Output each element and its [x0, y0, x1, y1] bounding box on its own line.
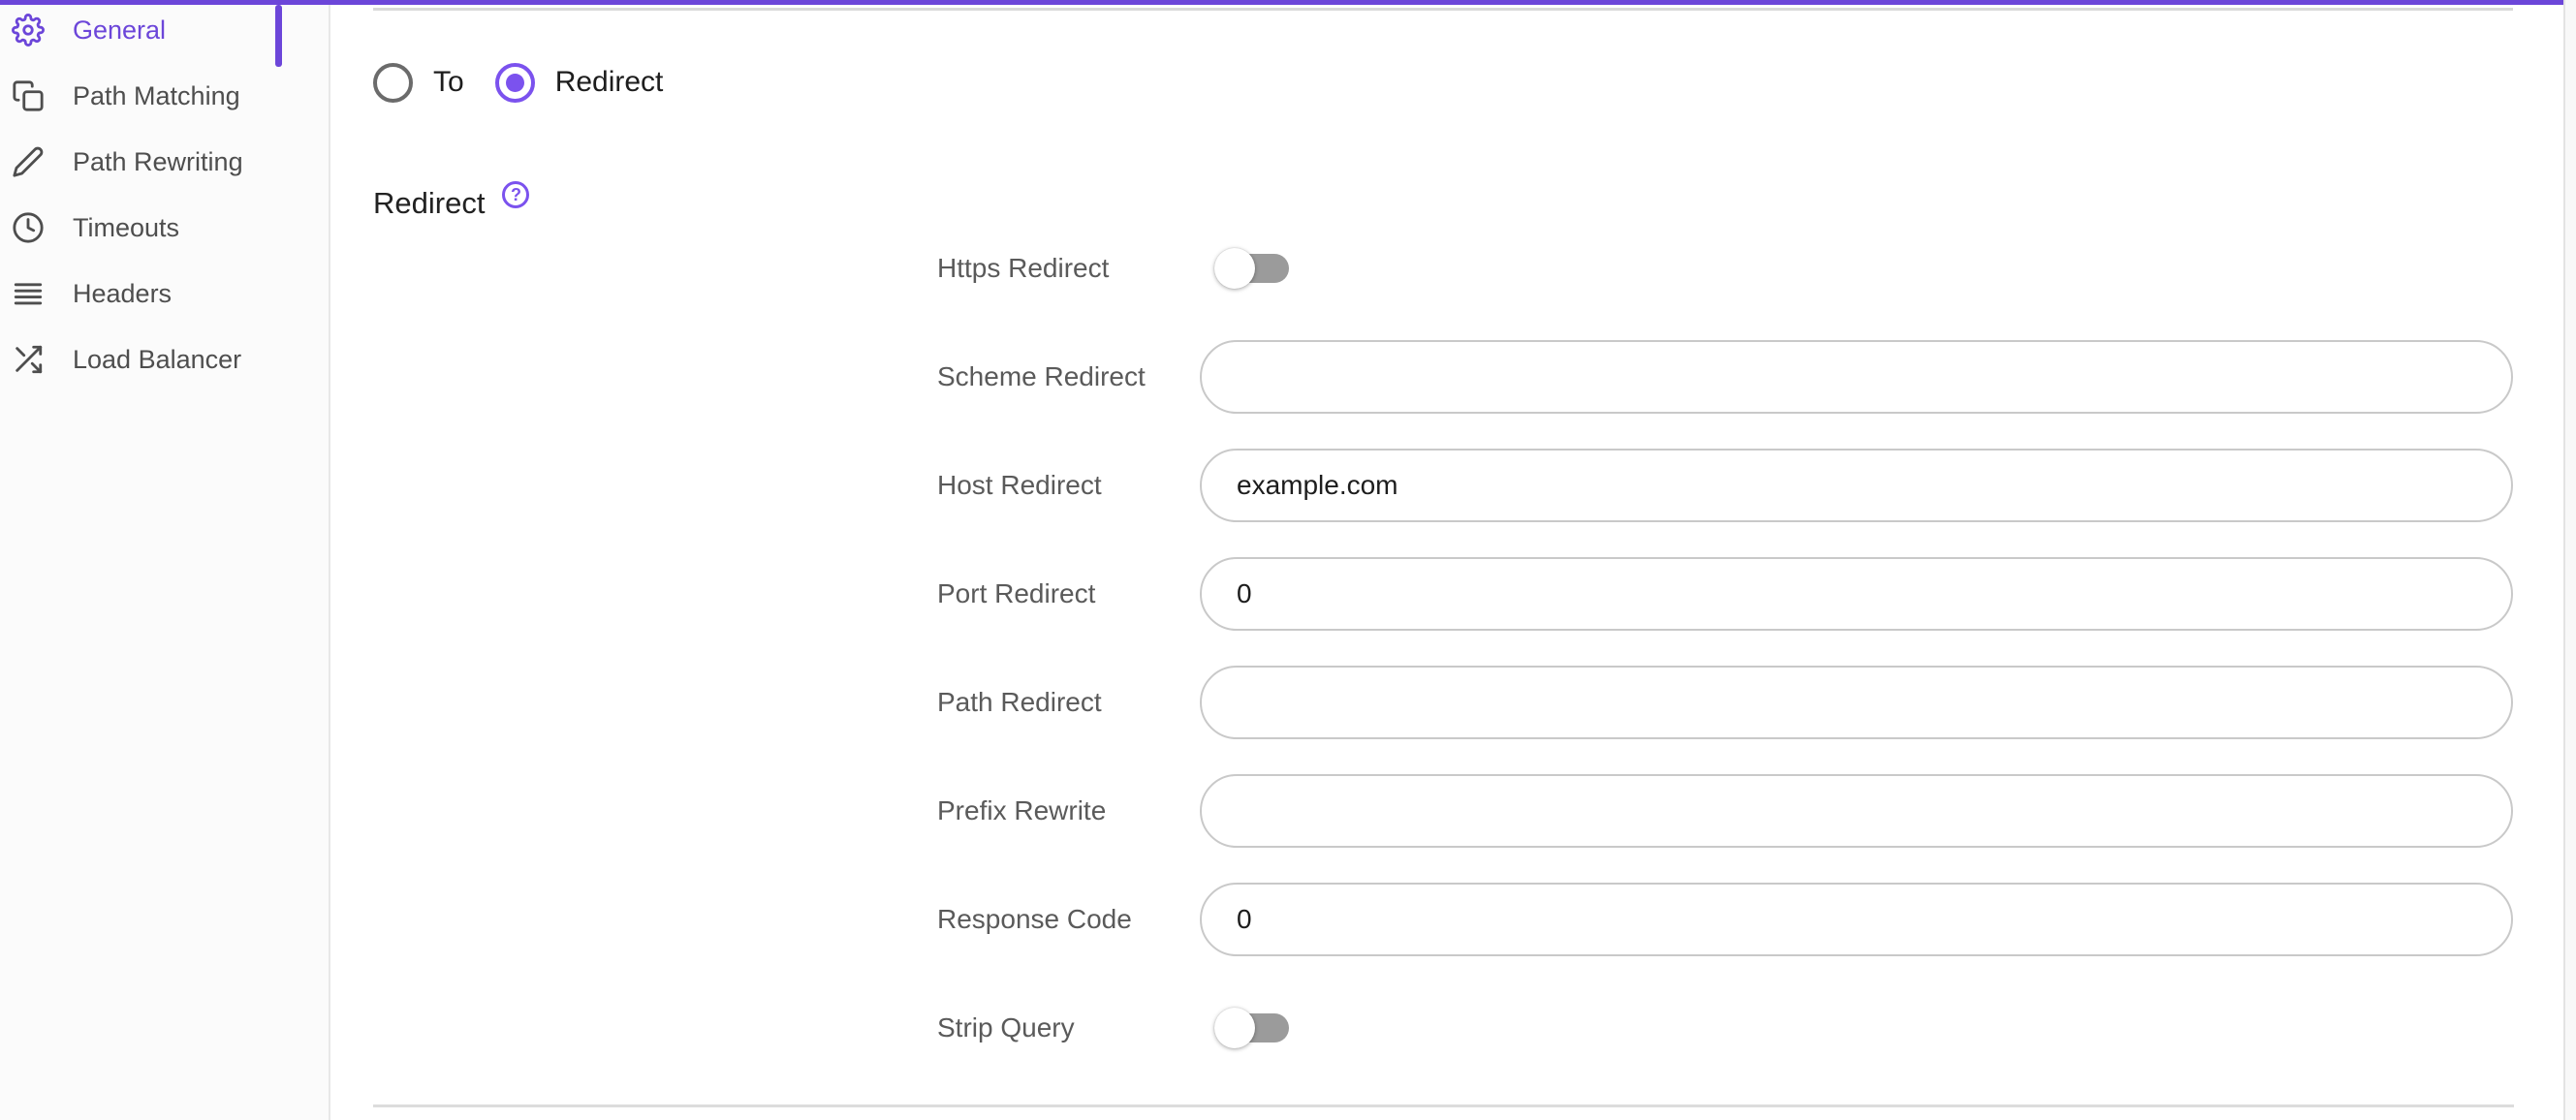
field-label: Prefix Rewrite [937, 795, 1106, 826]
sidebar-item-load-balancer[interactable]: Load Balancer [0, 327, 329, 392]
form-row-prefix-rewrite: Prefix Rewrite [0, 774, 2576, 848]
radio-redirect[interactable] [495, 63, 535, 103]
form-row-strip-query: Strip Query [0, 991, 2576, 1065]
top-divider [373, 8, 2513, 11]
copy-icon [12, 79, 45, 112]
sidebar-item-label: Load Balancer [73, 345, 241, 375]
form-row-https-redirect: Https Redirect [0, 232, 2576, 305]
radio-dot [506, 74, 524, 92]
field-label: Path Redirect [937, 687, 1102, 718]
field-label: Port Redirect [937, 578, 1095, 609]
top-accent-bar [0, 0, 2563, 5]
form-row-response-code: Response Code [0, 883, 2576, 956]
response-code-input[interactable] [1200, 883, 2513, 956]
gear-icon [12, 14, 45, 47]
pencil-icon [12, 145, 45, 178]
lines-icon [12, 277, 45, 310]
sidebar-item-headers[interactable]: Headers [0, 261, 329, 327]
host-redirect-input[interactable] [1200, 449, 2513, 522]
port-redirect-input[interactable] [1200, 557, 2513, 631]
scrollbar-track[interactable] [2563, 0, 2576, 1120]
sidebar-item-label: Headers [73, 279, 172, 309]
help-icon[interactable]: ? [502, 181, 529, 208]
form-row-path-redirect: Path Redirect [0, 666, 2576, 739]
clock-icon [12, 211, 45, 244]
form-row-host-redirect: Host Redirect [0, 449, 2576, 522]
https-redirect-toggle[interactable] [1214, 248, 1289, 289]
toggle-knob [1214, 248, 1255, 289]
bottom-divider [373, 1104, 2514, 1107]
sidebar-item-timeouts[interactable]: Timeouts [0, 195, 329, 261]
radio-to-label[interactable]: To [433, 66, 464, 99]
form-row-port-redirect: Port Redirect [0, 557, 2576, 631]
strip-query-toggle[interactable] [1214, 1008, 1289, 1048]
sidebar-item-path-matching[interactable]: Path Matching [0, 63, 329, 129]
form-row-scheme-redirect: Scheme Redirect [0, 340, 2576, 414]
radio-redirect-label[interactable]: Redirect [555, 66, 664, 99]
field-label: Response Code [937, 904, 1132, 935]
toggle-knob [1214, 1008, 1255, 1048]
field-label: Host Redirect [937, 470, 1102, 501]
section-title: Redirect [373, 186, 485, 221]
prefix-rewrite-input[interactable] [1200, 774, 2513, 848]
path-redirect-input[interactable] [1200, 666, 2513, 739]
app-root: General Path Matching Path Rewriting Tim… [0, 0, 2576, 1120]
sidebar-item-label: Timeouts [73, 213, 179, 243]
sidebar-item-label: General [73, 16, 166, 46]
field-label: Https Redirect [937, 253, 1109, 284]
shuffle-icon [12, 343, 45, 376]
radio-to[interactable] [373, 63, 413, 103]
field-label: Scheme Redirect [937, 361, 1146, 392]
sidebar-item-label: Path Rewriting [73, 147, 243, 177]
active-tab-indicator [275, 5, 282, 67]
scheme-redirect-input[interactable] [1200, 340, 2513, 414]
redirect-type-radio-group: To Redirect [373, 62, 663, 103]
sidebar-item-path-rewriting[interactable]: Path Rewriting [0, 129, 329, 195]
section-header: Redirect ? [373, 180, 529, 227]
field-label: Strip Query [937, 1012, 1075, 1043]
sidebar-item-label: Path Matching [73, 81, 240, 111]
sidebar: General Path Matching Path Rewriting Tim… [0, 0, 330, 1120]
